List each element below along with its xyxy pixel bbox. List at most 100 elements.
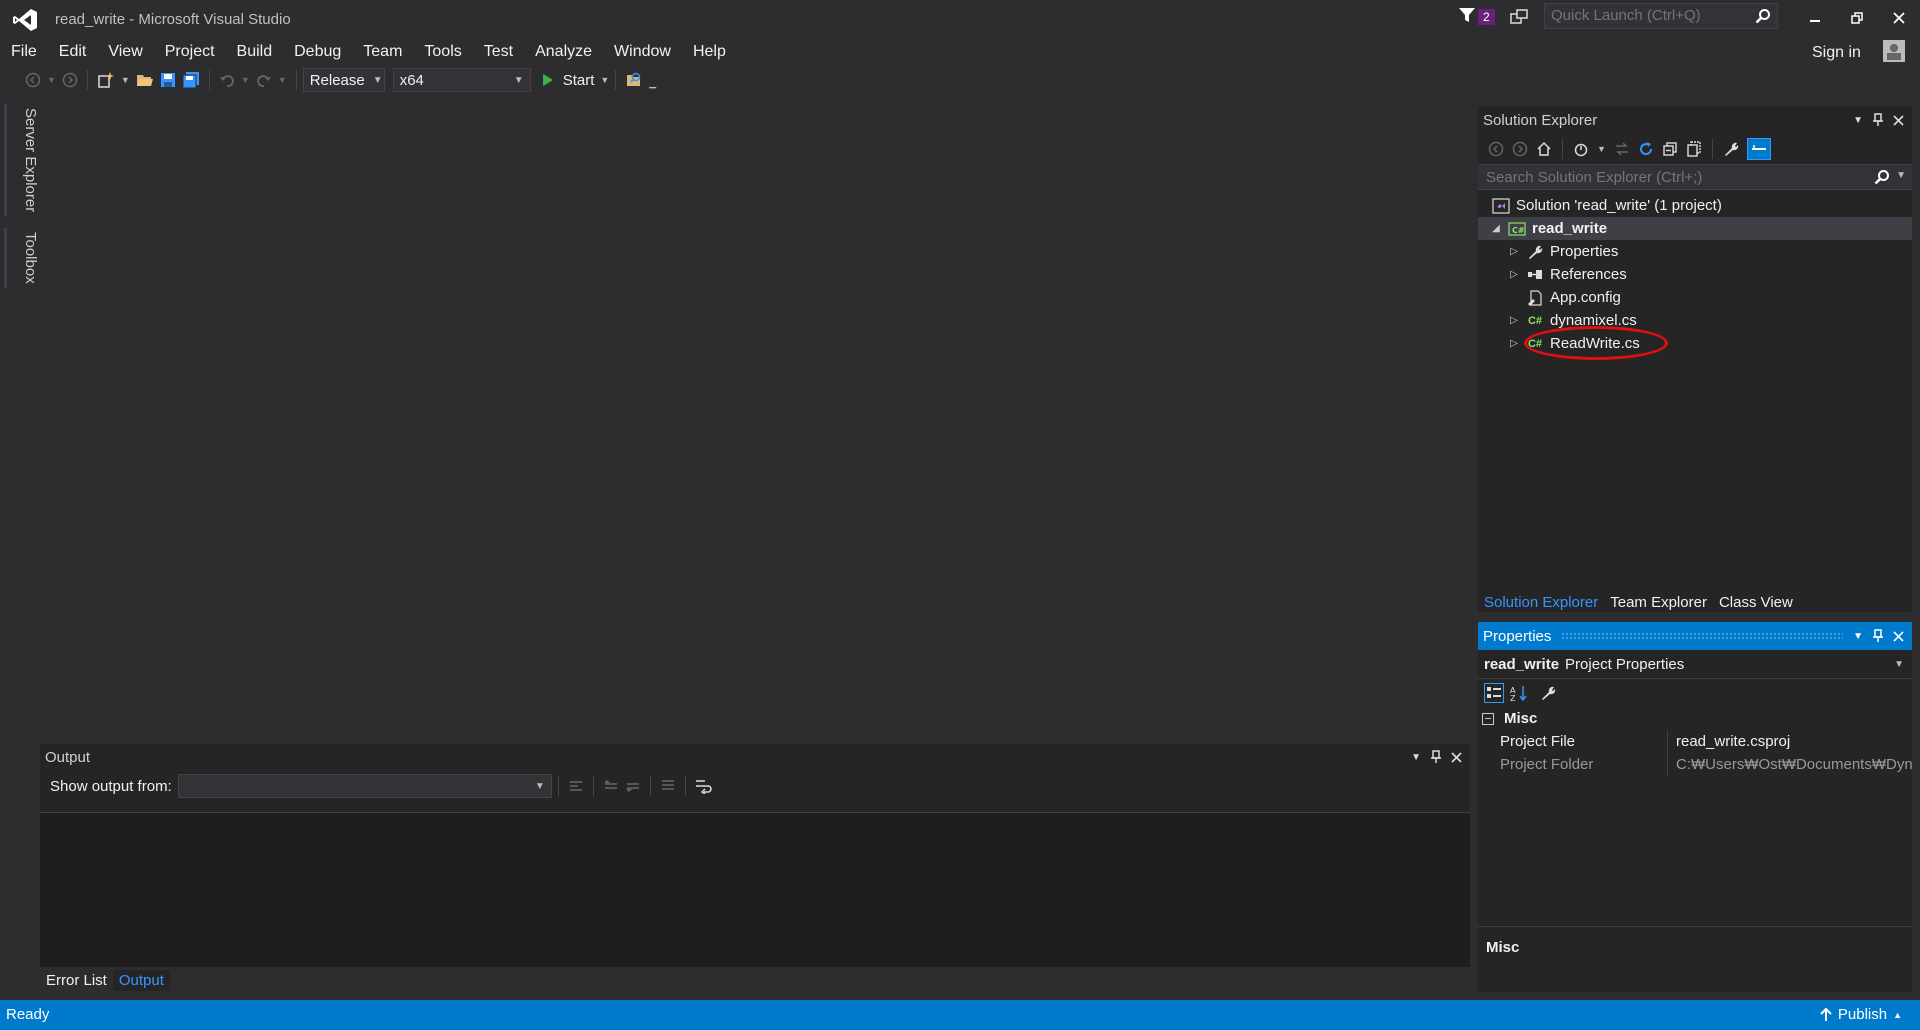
quick-launch-input[interactable] [1549, 6, 1753, 25]
menu-tools[interactable]: Tools [413, 40, 472, 64]
pin-icon[interactable] [1873, 629, 1883, 643]
navigate-forward-icon[interactable] [62, 72, 78, 88]
tree-item-project[interactable]: ◢ C# read_write [1478, 217, 1912, 240]
alphabetical-sort-icon[interactable]: AZ [1510, 685, 1528, 701]
solution-explorer-search-input[interactable] [1484, 168, 1868, 187]
menu-help[interactable]: Help [682, 40, 737, 64]
pin-icon[interactable] [1873, 113, 1883, 127]
window-position-dropdown-icon[interactable]: ▼ [1853, 115, 1863, 126]
menu-build[interactable]: Build [226, 40, 284, 64]
notification-filter-icon[interactable] [1458, 6, 1476, 24]
solution-configuration-dropdown[interactable]: Release ▼ [302, 68, 385, 92]
undo-icon[interactable] [219, 72, 235, 88]
search-icon[interactable] [1755, 8, 1771, 24]
tree-item-references[interactable]: ▷ References [1478, 263, 1912, 286]
tree-item-readwrite-cs[interactable]: ▷ C# ReadWrite.cs [1478, 326, 1912, 360]
property-row-project-file[interactable]: Project File read_write.csproj [1478, 730, 1912, 753]
tree-item-properties[interactable]: ▷ Properties [1478, 240, 1912, 263]
preview-selected-items-icon[interactable] [1746, 138, 1771, 160]
categorized-view-icon[interactable] [1484, 683, 1504, 703]
back-dropdown-icon[interactable]: ▼ [47, 75, 56, 85]
solution-explorer-search-box[interactable]: ▼ [1478, 164, 1912, 190]
new-project-icon[interactable] [97, 71, 115, 89]
forward-icon[interactable] [1512, 141, 1528, 157]
close-window-button[interactable] [1884, 8, 1914, 28]
account-avatar-icon[interactable] [1883, 40, 1905, 62]
tree-item-app-config[interactable]: App.config [1478, 286, 1912, 309]
pending-changes-filter-icon[interactable] [1573, 141, 1589, 157]
start-button[interactable]: Start ▼ [541, 72, 609, 89]
collapsed-triangle-icon[interactable]: ▷ [1508, 246, 1520, 258]
output-source-dropdown[interactable]: ▼ [177, 774, 552, 798]
collapse-box-icon[interactable] [1482, 712, 1494, 725]
expanded-triangle-icon[interactable]: ◢ [1490, 223, 1502, 235]
property-pages-wrench-icon[interactable] [1540, 685, 1556, 701]
menu-file[interactable]: File [0, 40, 48, 64]
window-position-dropdown-icon[interactable]: ▼ [1853, 631, 1863, 642]
close-icon[interactable] [1893, 630, 1904, 642]
window-position-dropdown-icon[interactable]: ▼ [1411, 752, 1421, 763]
notification-count-badge[interactable]: 2 [1478, 9, 1495, 25]
redo-dropdown-icon[interactable]: ▼ [278, 75, 287, 85]
feedback-icon[interactable] [1510, 8, 1528, 26]
find-message-in-code-icon[interactable] [568, 778, 584, 794]
collapse-all-icon[interactable] [1662, 141, 1678, 157]
pin-icon[interactable] [1431, 750, 1441, 764]
sync-with-document-icon[interactable] [1614, 141, 1630, 157]
toggle-word-wrap-icon[interactable] [695, 778, 713, 794]
properties-wrench-icon[interactable] [1723, 141, 1739, 157]
publish-button[interactable]: Publish ▲ [1820, 1006, 1902, 1023]
refresh-icon[interactable] [1638, 141, 1654, 157]
sign-in-link[interactable]: Sign in [1812, 44, 1861, 62]
close-icon[interactable] [1893, 114, 1904, 126]
search-icon[interactable] [1874, 169, 1890, 185]
quick-launch-box[interactable] [1544, 3, 1778, 29]
menu-edit[interactable]: Edit [48, 40, 98, 64]
save-all-icon[interactable] [182, 71, 200, 89]
collapsed-triangle-icon[interactable]: ▷ [1508, 338, 1520, 350]
clear-all-icon[interactable] [660, 778, 676, 794]
navigate-back-icon[interactable] [25, 72, 41, 88]
tab-output[interactable]: Output [112, 969, 170, 991]
open-file-icon[interactable] [136, 72, 154, 88]
tab-solution-explorer[interactable]: Solution Explorer [1478, 594, 1604, 611]
output-text-area[interactable] [40, 812, 1470, 967]
close-icon[interactable] [1451, 751, 1462, 763]
tree-item-solution[interactable]: Solution 'read_write' (1 project) [1478, 194, 1912, 217]
tree-item-dynamixel-cs[interactable]: ▷ C# dynamixel.cs [1478, 309, 1912, 332]
search-options-dropdown-icon[interactable]: ▼ [1896, 170, 1906, 181]
menu-analyze[interactable]: Analyze [524, 40, 603, 64]
toolbar-options-icon[interactable]: ▁ [649, 78, 656, 89]
tab-error-list[interactable]: Error List [40, 970, 113, 991]
menu-test[interactable]: Test [473, 40, 524, 64]
menu-debug[interactable]: Debug [283, 40, 352, 64]
undo-dropdown-icon[interactable]: ▼ [241, 75, 250, 85]
tab-class-view[interactable]: Class View [1713, 594, 1799, 611]
go-to-next-message-icon[interactable] [625, 778, 641, 794]
restore-button[interactable] [1842, 8, 1872, 28]
find-in-files-icon[interactable] [625, 71, 643, 89]
solution-platform-dropdown[interactable]: x64 ▼ [392, 68, 531, 92]
menu-project[interactable]: Project [154, 40, 226, 64]
menu-team[interactable]: Team [352, 40, 413, 64]
home-icon[interactable] [1536, 141, 1552, 157]
back-icon[interactable] [1488, 141, 1504, 157]
redo-icon[interactable] [256, 72, 272, 88]
tab-team-explorer[interactable]: Team Explorer [1604, 594, 1713, 611]
server-explorer-tab[interactable]: Server Explorer [4, 104, 39, 217]
new-dropdown-icon[interactable]: ▼ [121, 75, 130, 85]
show-all-files-icon[interactable] [1686, 141, 1702, 157]
collapsed-triangle-icon[interactable]: ▷ [1508, 315, 1520, 327]
go-to-previous-message-icon[interactable] [603, 778, 619, 794]
save-icon[interactable] [160, 72, 176, 88]
properties-object-selector[interactable]: read_write Project Properties ▼ [1478, 650, 1912, 679]
minimize-button[interactable] [1800, 8, 1830, 28]
property-row-project-folder[interactable]: Project Folder C:₩Users₩Ost₩Documents₩Dy… [1478, 753, 1912, 776]
property-category-misc[interactable]: Misc [1478, 707, 1912, 730]
menu-view[interactable]: View [97, 40, 153, 64]
chevron-down-icon[interactable]: ▼ [1597, 144, 1606, 154]
menu-window[interactable]: Window [603, 40, 682, 64]
property-value[interactable]: C:₩Users₩Ost₩Documents₩Dyn [1668, 753, 1912, 776]
collapsed-triangle-icon[interactable]: ▷ [1508, 269, 1520, 281]
toolbox-tab[interactable]: Toolbox [4, 228, 39, 288]
